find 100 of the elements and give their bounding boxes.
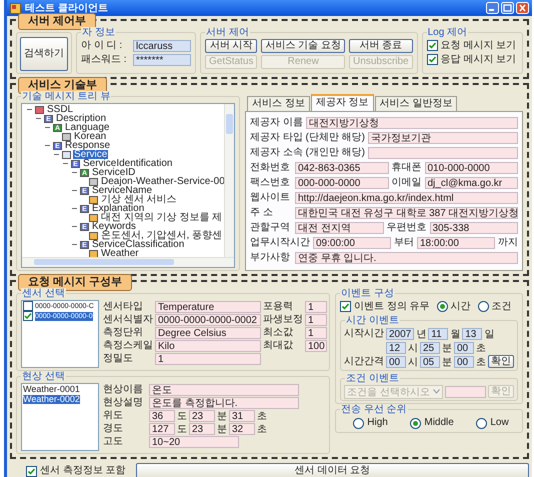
confirm-button[interactable]: 확인 [488,355,514,368]
radio-button[interactable] [476,418,488,428]
text-field[interactable]: 100 [305,340,327,352]
number-field[interactable]: 13 [462,328,482,340]
tree-item[interactable]: SSDL [46,105,74,114]
tree-item[interactable]: ServiceName [91,186,154,195]
text-field[interactable]: 대전지방기상청 [306,116,518,128]
text-field[interactable]: http://daejeon.kma.go.kr/index.html [295,192,518,204]
number-field[interactable]: 25 [420,342,440,354]
radio-button[interactable] [478,301,489,312]
collapse-toggle[interactable] [71,169,78,176]
tab[interactable]: 서비스 일반정보 [374,96,458,111]
tab[interactable]: 제공자 정보 [310,94,374,111]
text-field[interactable]: 305-338 [430,222,518,234]
collapse-toggle[interactable] [71,187,78,194]
tree-item[interactable]: Explanation [91,204,146,213]
control-button[interactable]: 서버 시작 [205,39,258,53]
number-field[interactable]: 12 [386,342,406,354]
tree-item[interactable]: Description [55,114,108,123]
maximize-icon[interactable] [501,2,514,14]
text-field[interactable] [444,386,486,398]
number-field[interactable]: 23 [189,422,215,434]
text-field[interactable]: Degree Celsius [155,326,261,338]
text-field[interactable]: Temperature [155,300,261,312]
tree-item[interactable]: ServiceIdentification [82,159,174,168]
text-field[interactable] [368,146,518,158]
text-field[interactable]: 1 [305,326,327,338]
number-field[interactable]: 32 [229,422,255,434]
text-field[interactable]: 대한민국 대전 유성구 대학로 387 대전지방기상청 [295,206,518,218]
text-field[interactable]: 000-000-0000 [295,176,388,188]
radio-button[interactable] [436,301,448,312]
checkbox[interactable] [340,301,351,312]
radio-button[interactable] [353,418,364,428]
search-button[interactable]: 검색하기 [20,37,68,71]
collapse-toggle[interactable] [71,205,78,212]
collapse-toggle[interactable] [26,106,33,113]
checkbox[interactable] [426,54,438,65]
tree-item[interactable]: 대전 지역의 기상 정보를 제 [100,213,224,222]
number-field[interactable]: 00 [454,342,474,354]
input-field[interactable]: lccaruss [133,40,191,52]
control-button[interactable]: 서버 종료 [349,39,413,53]
text-field[interactable]: 042-863-0365 [295,162,388,174]
checkbox[interactable] [26,466,37,476]
collapse-toggle[interactable] [71,223,78,230]
number-field[interactable]: 2007 [386,328,414,340]
collapse-toggle[interactable] [44,124,51,131]
text-field[interactable]: 10~20 [149,436,239,448]
number-field[interactable]: 00 [386,356,406,368]
input-field[interactable]: ******* [133,54,191,66]
tree-item[interactable]: Weather [100,249,140,258]
radio-button[interactable] [410,418,422,428]
tree-item[interactable]: Keywords [91,222,137,231]
tree-item[interactable]: Korean [73,132,108,141]
tree-item[interactable]: ServiceClassification [91,240,186,249]
number-field[interactable]: 23 [189,410,215,422]
text-field[interactable]: 온도 [149,384,299,396]
collapse-toggle[interactable] [71,241,78,248]
unit-label: 일 [484,328,494,340]
text-field[interactable]: 18:00:00 [417,236,495,248]
text-field[interactable]: 1 [155,352,261,364]
vertical-scrollbar[interactable] [224,104,234,258]
text-field[interactable]: dj_cl@kma.go.kr [424,176,518,188]
number-field[interactable]: 36 [149,410,175,422]
checkbox[interactable] [23,301,33,311]
text-field[interactable]: 국가정보기관 [368,132,518,144]
collapse-toggle[interactable] [62,160,69,167]
text-field[interactable]: 1 [305,314,327,326]
control-button[interactable]: 서비스 기술 요청 [261,39,346,53]
tab[interactable]: 서비스 정보 [247,96,310,111]
tree-item[interactable]: ServiceID [91,168,136,177]
text-field[interactable]: 010-000-0000 [424,162,518,174]
checkbox[interactable] [23,311,33,321]
collapse-toggle[interactable] [44,142,51,149]
collapse-toggle[interactable] [53,151,60,158]
text-field[interactable]: 대전 전지역 [295,222,384,234]
text-field[interactable]: 09:00:00 [313,236,391,248]
number-field[interactable]: 05 [420,356,440,368]
request-button[interactable]: 센서 데이터 요청 [136,463,529,477]
close-icon[interactable] [516,2,529,14]
text-field[interactable]: 0000-0000-0000-0002 [155,314,261,326]
number-field[interactable]: 31 [229,410,255,422]
checkbox[interactable] [426,40,438,51]
number-field[interactable]: 127 [149,422,175,434]
horizontal-scrollbar[interactable] [22,257,234,267]
number-field[interactable]: 11 [428,328,448,340]
collapse-toggle[interactable] [35,115,42,122]
text-field[interactable]: Kilo [155,340,261,352]
tree-item[interactable]: Response [64,141,112,150]
text-field[interactable]: 온도를 측정합니다. [149,396,299,408]
list-item[interactable]: Weather-0001 [23,384,80,394]
tree-item[interactable]: Language [64,123,110,132]
list-item[interactable]: Weather-0002 [23,394,80,404]
tree-item[interactable]: Deajon-Weather-Service-00 [100,177,226,186]
number-field[interactable]: 00 [454,356,474,368]
tree-item[interactable]: 기상 센서 서비스 [100,195,178,204]
minimize-icon[interactable] [486,2,499,14]
tree-item[interactable]: Service [73,150,108,159]
tree-item[interactable]: 온도센서, 기압센서, 풍향센 [100,231,224,240]
text-field[interactable]: 연중 무휴 입니다. [295,252,518,264]
text-field[interactable]: 1 [305,300,327,312]
